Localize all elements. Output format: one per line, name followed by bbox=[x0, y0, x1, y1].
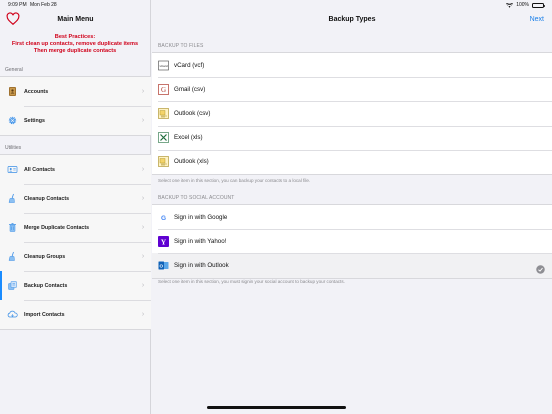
chevron-right-icon: › bbox=[141, 195, 145, 202]
sidebar-item-backup-contacts[interactable]: Backup Contacts › bbox=[0, 271, 151, 300]
status-bar: 9:09 PM Mon Feb 28 100% bbox=[0, 0, 552, 9]
chevron-right-icon: › bbox=[141, 166, 145, 173]
next-button[interactable]: Next bbox=[530, 16, 544, 23]
broom-icon bbox=[7, 251, 18, 262]
trash-icon bbox=[7, 222, 18, 233]
file-type-label: Outlook (xls) bbox=[174, 158, 209, 166]
file-type-label: Excel (xls) bbox=[174, 134, 203, 142]
chevron-right-icon: › bbox=[141, 117, 145, 124]
svg-text:O: O bbox=[159, 263, 163, 268]
chevron-right-icon: › bbox=[141, 311, 145, 318]
sidebar-item-import-contacts[interactable]: Import Contacts › bbox=[0, 300, 151, 329]
file-type-label: vCard (vcf) bbox=[174, 61, 205, 69]
utilities-group: All Contacts › Cleanup Contacts › Merge … bbox=[0, 154, 151, 330]
file-types-list: vCard vCard (vcf) G Gmail (csv) Outlook … bbox=[152, 52, 552, 175]
best-practices-note: Best Practices: First clean up contacts,… bbox=[0, 34, 150, 55]
social-accounts-list: G Sign in with Google Y Sign in with Yah… bbox=[152, 204, 552, 279]
sidebar: Main Menu Best Practices: First clean up… bbox=[0, 0, 151, 414]
svg-text:G: G bbox=[161, 86, 166, 94]
section-label-backup-files: BACKUP TO FILES bbox=[158, 43, 204, 49]
google-icon: G bbox=[158, 212, 169, 223]
battery-icon bbox=[532, 2, 545, 8]
broom-icon bbox=[7, 193, 18, 204]
sidebar-item-label: Import Contacts bbox=[24, 311, 65, 318]
file-type-outlook-xls[interactable]: Outlook (xls) bbox=[152, 149, 552, 174]
sidebar-item-label: Cleanup Contacts bbox=[24, 195, 70, 202]
chevron-right-icon: › bbox=[141, 224, 145, 231]
outlook-xls-icon bbox=[158, 156, 169, 168]
chevron-right-icon: › bbox=[141, 88, 145, 95]
social-account-label: Sign in with Google bbox=[174, 213, 228, 221]
file-type-label: Gmail (csv) bbox=[174, 85, 206, 93]
sidebar-item-accounts[interactable]: Accounts › bbox=[0, 77, 151, 106]
social-account-label: Sign in with Outlook bbox=[174, 261, 229, 269]
outlook-icon: O bbox=[158, 260, 169, 271]
sidebar-item-all-contacts[interactable]: All Contacts › bbox=[0, 155, 151, 184]
sidebar-header: Main Menu bbox=[0, 9, 151, 32]
general-group: Accounts › Settings › bbox=[0, 76, 151, 136]
sidebar-item-cleanup-contacts[interactable]: Cleanup Contacts › bbox=[0, 184, 151, 213]
sidebar-item-label: Backup Contacts bbox=[24, 282, 68, 289]
sidebar-item-label: All Contacts bbox=[24, 166, 55, 173]
section-label-backup-social: BACKUP TO SOCIAL ACCOUNT bbox=[158, 195, 235, 201]
sidebar-item-cleanup-groups[interactable]: Cleanup Groups › bbox=[0, 242, 151, 271]
battery-percent: 100% bbox=[516, 2, 529, 8]
file-type-gmail[interactable]: G Gmail (csv) bbox=[152, 77, 552, 101]
sidebar-title: Main Menu bbox=[57, 16, 94, 23]
social-sign-in-google[interactable]: G Sign in with Google bbox=[152, 205, 552, 229]
sidebar-item-settings[interactable]: Settings › bbox=[0, 106, 151, 135]
gmail-icon: G bbox=[158, 83, 169, 95]
section-label-utilities: Utilities bbox=[5, 145, 22, 151]
file-type-outlook-csv[interactable]: Outlook (csv) bbox=[152, 101, 552, 125]
social-section-footer: Select one item in this section, you mus… bbox=[158, 279, 345, 284]
sidebar-item-label: Settings bbox=[24, 117, 45, 124]
home-indicator[interactable] bbox=[207, 406, 346, 409]
best-practices-heading: Best Practices: bbox=[54, 34, 96, 40]
section-label-general: General bbox=[5, 67, 23, 73]
status-date: Mon Feb 28 bbox=[30, 2, 57, 8]
status-time: 9:09 PM bbox=[8, 2, 27, 8]
contact-card-icon bbox=[7, 164, 18, 175]
best-practices-line-1: First clean up contacts, remove duplicat… bbox=[11, 41, 139, 47]
sidebar-item-label: Cleanup Groups bbox=[24, 253, 66, 260]
cloud-icon bbox=[7, 309, 18, 320]
best-practices-line-2: Then merge duplicate contacts bbox=[33, 48, 117, 54]
excel-icon bbox=[158, 132, 169, 143]
backup-icon bbox=[7, 280, 18, 291]
page-title: Backup Types bbox=[328, 16, 376, 23]
gear-icon bbox=[7, 115, 18, 126]
file-type-label: Outlook (csv) bbox=[174, 109, 211, 117]
contacts-book-icon bbox=[7, 86, 18, 97]
file-type-vcard[interactable]: vCard vCard (vcf) bbox=[152, 53, 552, 77]
svg-text:G: G bbox=[161, 215, 166, 222]
sidebar-item-label: Merge Duplicate Contacts bbox=[24, 224, 90, 231]
checkmark-icon bbox=[536, 261, 545, 274]
sidebar-item-merge-duplicate-contacts[interactable]: Merge Duplicate Contacts › bbox=[0, 213, 151, 242]
chevron-right-icon: › bbox=[141, 253, 145, 260]
svg-text:Y: Y bbox=[161, 237, 167, 246]
files-section-footer: Select one item in this section, you can… bbox=[158, 178, 311, 183]
yahoo-icon: Y bbox=[158, 235, 169, 247]
chevron-right-icon: › bbox=[141, 282, 145, 289]
svg-text:vCard: vCard bbox=[159, 64, 167, 68]
social-sign-in-yahoo[interactable]: Y Sign in with Yahoo! bbox=[152, 229, 552, 253]
sidebar-item-label: Accounts bbox=[24, 88, 49, 95]
status-right: 100% bbox=[506, 2, 545, 8]
main-pane: Backup Types Next BACKUP TO FILES vCard … bbox=[152, 0, 552, 414]
outlook-csv-icon bbox=[158, 108, 169, 119]
file-type-excel[interactable]: Excel (xls) bbox=[152, 125, 552, 150]
social-account-label: Sign in with Yahoo! bbox=[174, 237, 227, 245]
wifi-icon bbox=[506, 2, 514, 8]
social-sign-in-outlook[interactable]: O Sign in with Outlook bbox=[152, 253, 552, 278]
vcard-icon: vCard bbox=[158, 60, 169, 71]
